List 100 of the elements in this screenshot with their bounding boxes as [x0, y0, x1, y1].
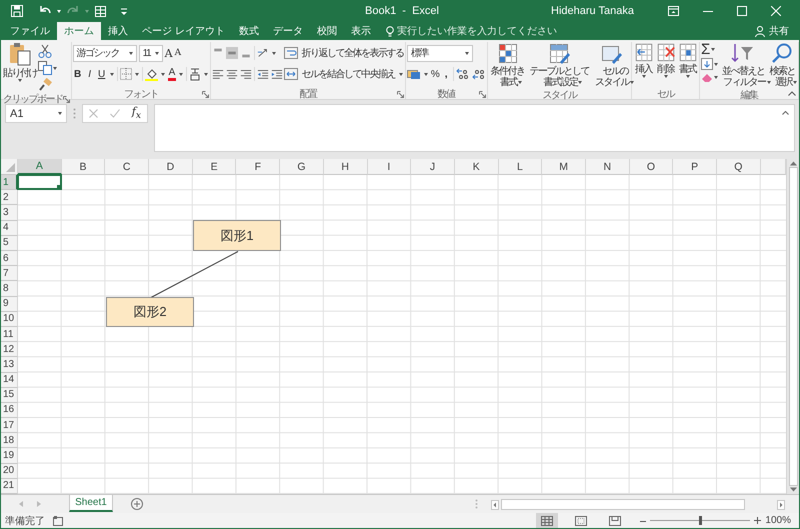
caret-icon[interactable]: [792, 80, 797, 84]
connector-line[interactable]: [150, 251, 239, 298]
fill-color-icon[interactable]: [144, 68, 158, 80]
scroll-right-icon[interactable]: [777, 500, 785, 510]
caret-icon[interactable]: [766, 80, 770, 84]
user-name[interactable]: Hideharu Tanaka: [551, 5, 634, 17]
ribbon-tab[interactable]: 表示: [344, 22, 378, 40]
caret-icon[interactable]: [134, 72, 139, 76]
collapse-ribbon-icon[interactable]: [788, 91, 796, 96]
delete-button[interactable]: 削除: [656, 42, 676, 78]
dialog-launcher-icon[interactable]: [62, 96, 70, 102]
ribbon-tab[interactable]: 数式: [232, 22, 266, 40]
font-size-dropdown[interactable]: 11: [138, 44, 163, 62]
paste-button[interactable]: 貼り付け: [3, 42, 37, 82]
vertical-scrollbar[interactable]: [786, 159, 799, 494]
scroll-thumb[interactable]: [788, 167, 798, 486]
person-icon[interactable]: [755, 26, 765, 36]
insert-button[interactable]: 挿入: [634, 42, 654, 78]
column-header[interactable]: D: [149, 159, 193, 176]
cell-styles-button[interactable]: セルのスタイル: [592, 42, 630, 88]
caret-icon[interactable]: [58, 112, 62, 115]
row-header[interactable]: 4: [1, 220, 18, 236]
caret-icon[interactable]: [711, 48, 716, 51]
row-header[interactable]: 12: [1, 342, 18, 358]
rectangle-shape[interactable]: 図形2: [106, 297, 194, 328]
share-button[interactable]: 共有: [755, 22, 799, 40]
caret-icon[interactable]: [686, 75, 690, 78]
caret-icon[interactable]: [630, 80, 634, 84]
comma-style-button[interactable]: ,: [442, 68, 450, 80]
row-header[interactable]: 20: [1, 464, 18, 479]
caret-icon[interactable]: [154, 52, 159, 54]
row-header[interactable]: 8: [1, 281, 18, 297]
decrease-decimal-icon[interactable]: [472, 68, 486, 80]
dialog-launcher-icon[interactable]: [478, 90, 486, 98]
row-header[interactable]: 21: [1, 478, 18, 494]
borders-icon[interactable]: [120, 68, 132, 80]
scroll-left-icon[interactable]: [491, 500, 499, 510]
caret-icon[interactable]: [518, 80, 522, 84]
macro-record-icon[interactable]: [53, 516, 63, 526]
expand-icon[interactable]: [782, 111, 789, 115]
caret-icon[interactable]: [398, 72, 403, 76]
column-header[interactable]: I: [368, 159, 412, 176]
zoom-in-icon[interactable]: [754, 517, 762, 524]
caret-icon[interactable]: [53, 66, 57, 70]
center-icon[interactable]: [226, 68, 238, 80]
ribbon-tab[interactable]: ホーム: [57, 22, 101, 40]
ribbon-tab[interactable]: データ: [266, 22, 310, 40]
column-header[interactable]: P: [673, 159, 717, 176]
row-header[interactable]: 18: [1, 433, 18, 448]
percent-button[interactable]: %: [430, 68, 440, 80]
rectangle-shape[interactable]: 図形1: [193, 220, 281, 252]
align-left-icon[interactable]: [212, 68, 224, 80]
shrink-font-button[interactable]: A: [174, 48, 182, 58]
ribbon-display-icon[interactable]: [668, 6, 679, 16]
dialog-launcher-icon[interactable]: [202, 90, 210, 98]
row-header[interactable]: 13: [1, 357, 18, 372]
wrap-text-button[interactable]: 折り返して全体を表示する: [284, 44, 404, 62]
format-as-table-button[interactable]: テーブルとして書式設定: [528, 42, 591, 88]
slider-thumb[interactable]: [699, 516, 702, 525]
conditional-formatting-button[interactable]: 条件付き書式: [488, 42, 526, 88]
italic-button[interactable]: I: [84, 68, 95, 80]
format-painter-icon[interactable]: [38, 78, 52, 92]
currency-icon[interactable]: [406, 68, 421, 80]
ribbon-tab[interactable]: 校閲: [310, 22, 344, 40]
caret-icon[interactable]: [179, 72, 184, 76]
caret-icon[interactable]: [272, 52, 276, 54]
horizontal-scrollbar[interactable]: [490, 498, 786, 511]
sort-filter-button[interactable]: 並べ替えとフィルター: [720, 42, 766, 88]
column-header[interactable]: C: [105, 159, 150, 176]
autosum-button[interactable]: Σ: [701, 42, 710, 57]
find-select-button[interactable]: 検索と選択: [768, 42, 797, 88]
underline-button[interactable]: U: [96, 68, 107, 80]
row-header[interactable]: 3: [1, 205, 18, 221]
caret-icon[interactable]: [642, 75, 646, 78]
middle-align-icon[interactable]: [226, 47, 238, 59]
column-header[interactable]: J: [411, 159, 455, 176]
caret-icon[interactable]: [424, 72, 428, 76]
clipboard-icon[interactable]: [9, 42, 31, 66]
column-header[interactable]: B: [62, 159, 106, 176]
caret-icon[interactable]: [664, 75, 668, 78]
increase-indent-icon[interactable]: [271, 68, 284, 80]
cell-grid[interactable]: [18, 175, 786, 494]
column-header[interactable]: A: [18, 159, 62, 176]
lightbulb-icon[interactable]: [386, 26, 394, 36]
bold-button[interactable]: B: [72, 68, 83, 80]
ribbon-tab[interactable]: ファイル: [3, 22, 57, 40]
caret-icon[interactable]: [714, 76, 718, 78]
column-header[interactable]: E: [192, 159, 236, 176]
sheet-tab[interactable]: Sheet1: [69, 495, 113, 512]
column-header[interactable]: H: [324, 159, 368, 176]
row-header[interactable]: 5: [1, 236, 18, 251]
phonetic-guide-icon[interactable]: [189, 68, 202, 80]
number-format-dropdown[interactable]: 標準: [406, 44, 473, 62]
caret-icon[interactable]: [18, 79, 22, 82]
zoom-level[interactable]: 100%: [765, 515, 791, 526]
increase-decimal-icon[interactable]: [456, 68, 470, 80]
font-color-button[interactable]: A: [168, 67, 176, 81]
column-header[interactable]: M: [542, 159, 586, 176]
caret-icon[interactable]: [110, 72, 114, 76]
view-button[interactable]: [536, 513, 558, 528]
